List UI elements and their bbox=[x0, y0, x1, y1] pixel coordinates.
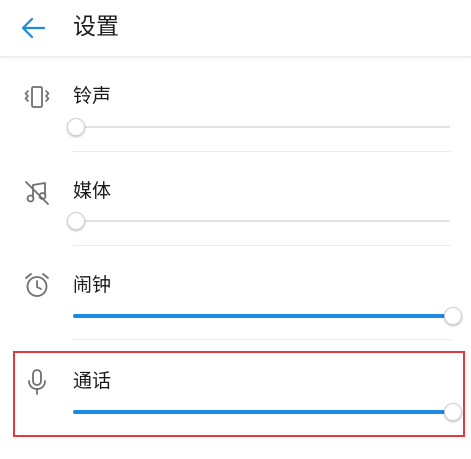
back-button[interactable] bbox=[18, 12, 50, 44]
slider-track bbox=[73, 220, 450, 222]
media-volume-slider[interactable] bbox=[67, 210, 450, 232]
volume-label-ringtone: 铃声 bbox=[73, 85, 112, 107]
vibrate-icon bbox=[24, 86, 50, 108]
volume-label-media: 媒体 bbox=[73, 180, 112, 202]
slider-track bbox=[73, 126, 450, 128]
ringtone-volume-slider[interactable] bbox=[67, 116, 450, 138]
music-off-icon bbox=[25, 181, 49, 205]
sound-settings-screen: 设置 铃声 媒体 闹钟 通话 bbox=[0, 0, 471, 459]
slider-thumb[interactable] bbox=[67, 212, 85, 230]
call-volume-highlight bbox=[13, 351, 465, 437]
alarm-clock-icon bbox=[25, 273, 49, 297]
arrow-left-icon bbox=[21, 17, 46, 39]
volume-label-alarm: 闹钟 bbox=[73, 274, 112, 296]
app-header: 设置 bbox=[0, 0, 471, 57]
alarm-volume-slider[interactable] bbox=[73, 305, 462, 327]
volume-row-ringtone: 铃声 bbox=[0, 56, 471, 150]
slider-thumb[interactable] bbox=[444, 307, 462, 325]
volume-row-alarm: 闹钟 bbox=[0, 245, 471, 339]
volume-row-media: 媒体 bbox=[0, 151, 471, 245]
slider-thumb[interactable] bbox=[67, 118, 85, 136]
page-title: 设置 bbox=[73, 14, 119, 40]
slider-fill bbox=[73, 314, 450, 318]
